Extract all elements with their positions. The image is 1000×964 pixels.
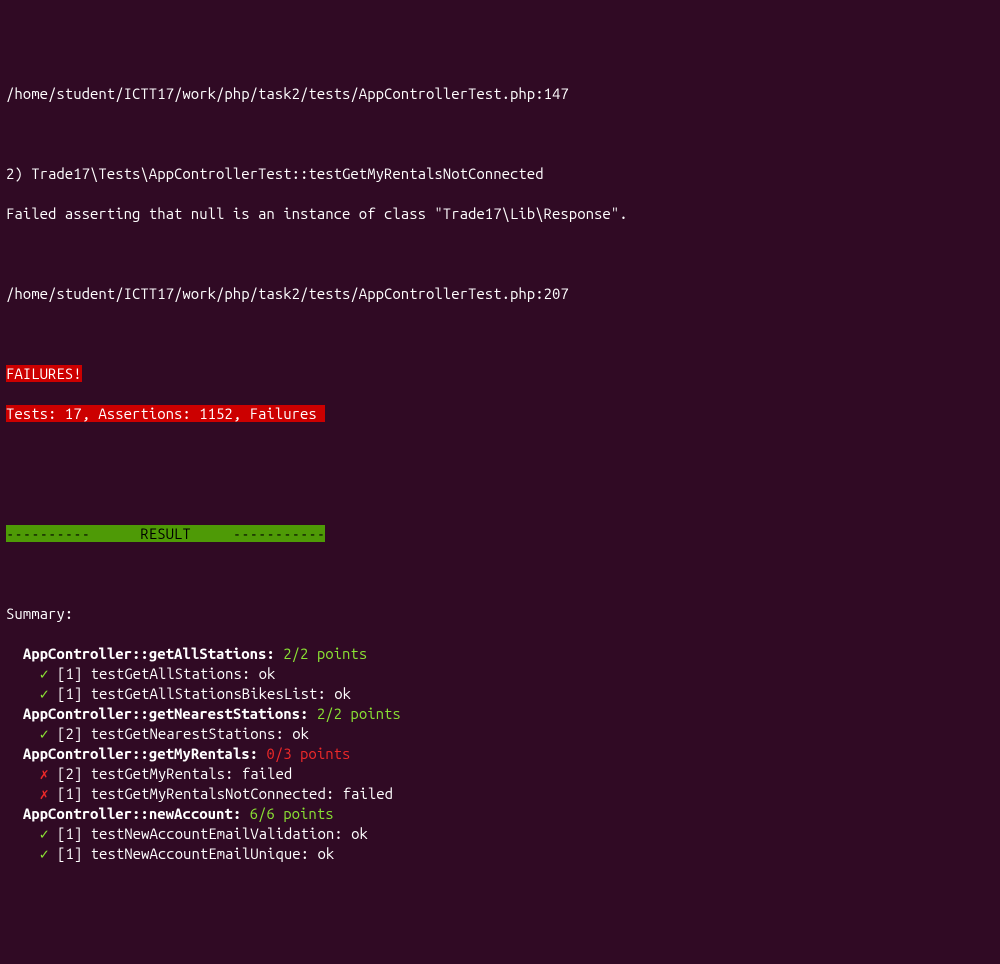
test-row: ✓ [1] testGetAllStations: ok (6, 664, 994, 684)
blank-line (6, 324, 994, 344)
failure-message: Failed asserting that null is an instanc… (6, 204, 994, 224)
test-row: ✓ [1] testGetAllStationsBikesList: ok (6, 684, 994, 704)
test-status: ok (292, 725, 309, 742)
test-group-header: AppController::getMyRentals: 0/3 points (6, 744, 994, 764)
fail-icon: ✗ (40, 765, 49, 782)
pass-icon: ✓ (40, 685, 49, 702)
test-class-name: AppController::getNearestStations: (23, 705, 309, 722)
test-name: testGetNearestStations: (82, 725, 292, 742)
test-class-name: AppController::getMyRentals: (23, 745, 258, 762)
blank-line (6, 244, 994, 264)
failure-header: 2) Trade17\Tests\AppControllerTest::test… (6, 164, 994, 184)
fail-icon: ✗ (40, 785, 49, 802)
pass-icon: ✓ (40, 665, 49, 682)
test-group-header: AppController::newAccount: 6/6 points (6, 804, 994, 824)
pass-icon: ✓ (40, 725, 49, 742)
test-points: [1] (57, 825, 82, 842)
test-row: ✗ [1] testGetMyRentalsNotConnected: fail… (6, 784, 994, 804)
failures-banner: FAILURES! (6, 364, 994, 384)
test-status: ok (334, 685, 351, 702)
test-points: [1] (57, 665, 82, 682)
test-row: ✓ [1] testNewAccountEmailValidation: ok (6, 824, 994, 844)
blank-line (6, 564, 994, 584)
test-points: [1] (57, 785, 82, 802)
test-status: failed (343, 785, 393, 802)
test-name: testGetAllStations: (82, 665, 258, 682)
test-row: ✓ [2] testGetNearestStations: ok (6, 724, 994, 744)
test-score: 2/2 points (275, 645, 367, 662)
pass-icon: ✓ (40, 845, 49, 862)
failures-stats: Tests: 17, Assertions: 1152, Failures (6, 404, 994, 424)
test-score: 6/6 points (241, 805, 333, 822)
result-banner: ---------- RESULT ----------- (6, 524, 994, 544)
test-group-header: AppController::getAllStations: 2/2 point… (6, 644, 994, 664)
test-score: 0/3 points (258, 745, 350, 762)
pass-icon: ✓ (40, 825, 49, 842)
test-points: [1] (57, 845, 82, 862)
test-points: [2] (57, 725, 82, 742)
test-status: ok (317, 845, 334, 862)
test-group-header: AppController::getNearestStations: 2/2 p… (6, 704, 994, 724)
test-name: testNewAccountEmailValidation: (82, 825, 351, 842)
test-groups: AppController::getAllStations: 2/2 point… (6, 644, 994, 864)
test-class-name: AppController::getAllStations: (23, 645, 275, 662)
blank-line (6, 124, 994, 144)
test-points: [1] (57, 685, 82, 702)
test-row: ✓ [1] testNewAccountEmailUnique: ok (6, 844, 994, 864)
test-name: testGetMyRentals: (82, 765, 242, 782)
test-status: failed (242, 765, 292, 782)
trace-line: /home/student/ICTT17/work/php/task2/test… (6, 84, 994, 104)
test-status: ok (259, 665, 276, 682)
test-score: 2/2 points (308, 705, 400, 722)
trace-line: /home/student/ICTT17/work/php/task2/test… (6, 284, 994, 304)
blank-line (6, 484, 994, 504)
test-name: testGetAllStationsBikesList: (82, 685, 334, 702)
summary-label: Summary: (6, 604, 994, 624)
test-row: ✗ [2] testGetMyRentals: failed (6, 764, 994, 784)
test-status: ok (351, 825, 368, 842)
blank-line (6, 444, 994, 464)
test-class-name: AppController::newAccount: (23, 805, 241, 822)
test-name: testGetMyRentalsNotConnected: (82, 785, 342, 802)
test-name: testNewAccountEmailUnique: (82, 845, 317, 862)
test-points: [2] (57, 765, 82, 782)
